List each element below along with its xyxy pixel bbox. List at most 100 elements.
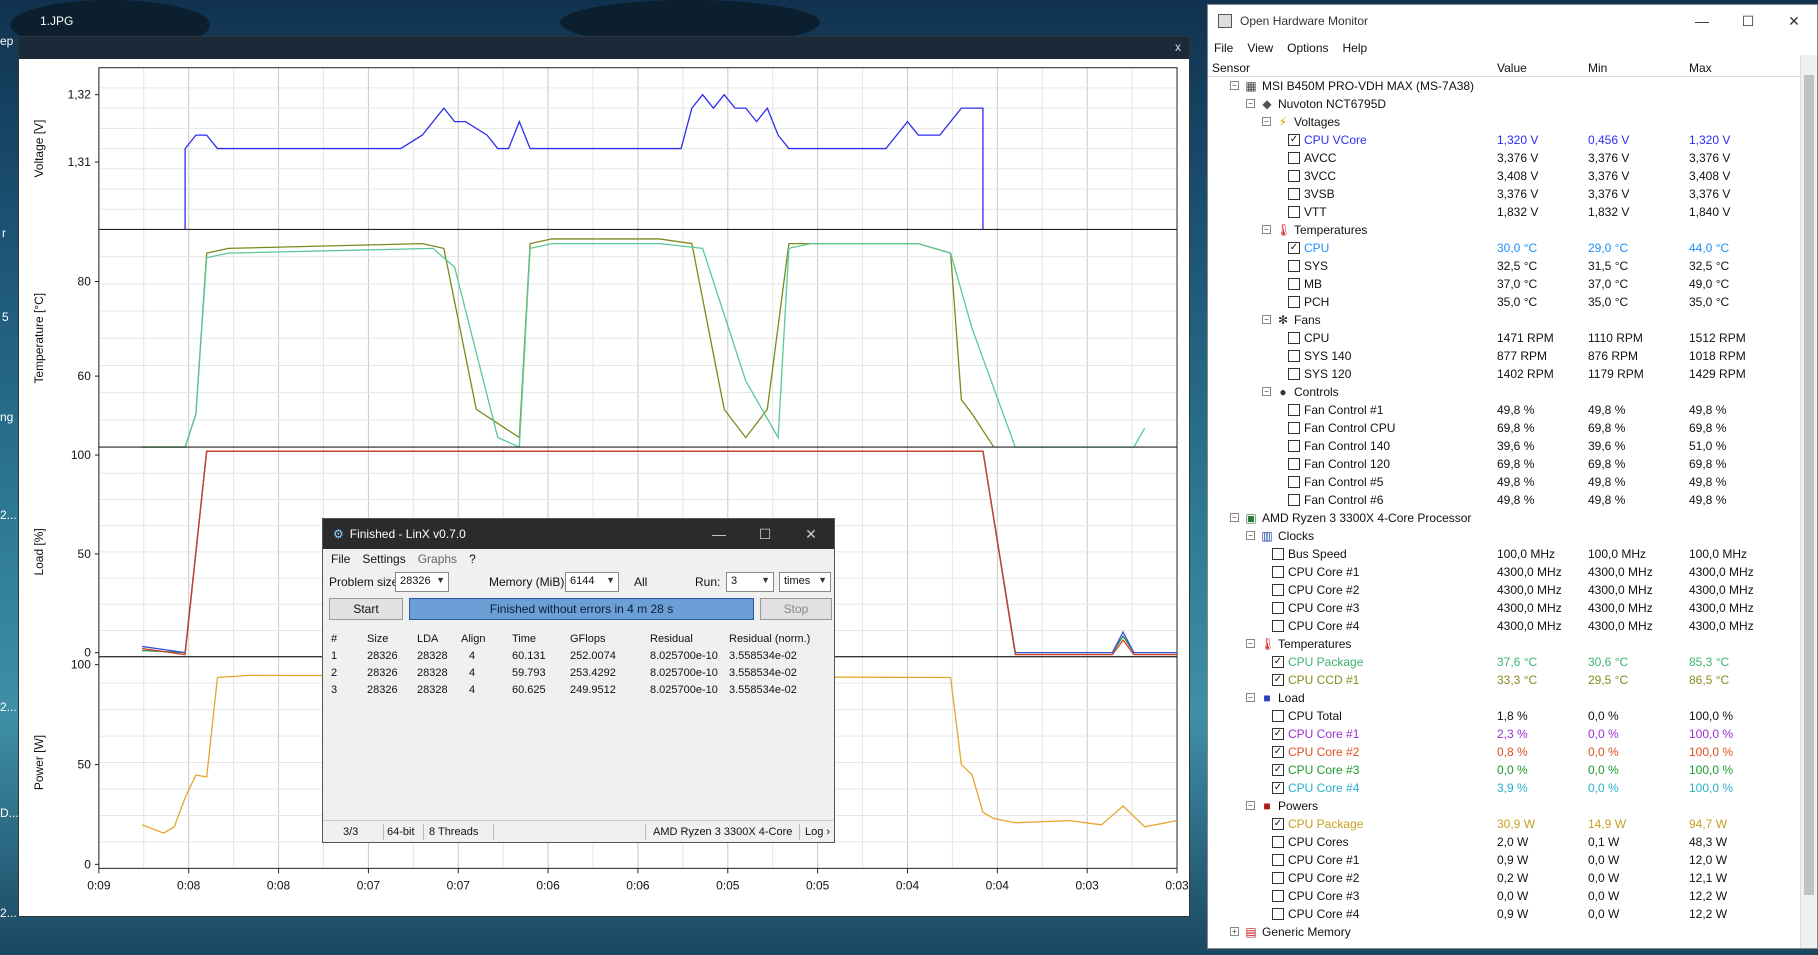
- linx-menu-settings[interactable]: Settings: [362, 552, 405, 566]
- plot-checkbox[interactable]: ✓: [1272, 656, 1284, 668]
- table-row[interactable]: 1 28326 28328 4 60.131 252.0074 8.025700e-10 3.…: [323, 648, 834, 665]
- plot-checkbox[interactable]: [1272, 908, 1284, 920]
- ohm-maximize-button[interactable]: ☐: [1725, 13, 1771, 30]
- sensor-row[interactable]: AVCC 3,376 V 3,376 V 3,376 V: [1208, 149, 1817, 167]
- plot-checkbox[interactable]: [1288, 422, 1300, 434]
- sensor-row[interactable]: SYS 120 1402 RPM 1179 RPM 1429 RPM: [1208, 365, 1817, 383]
- tree-group-row[interactable]: − ⚡ Voltages: [1208, 113, 1817, 131]
- ohm-titlebar[interactable]: Open Hardware Monitor — ☐ ✕: [1208, 5, 1817, 37]
- ohm-minimize-button[interactable]: —: [1679, 13, 1725, 30]
- desktop-edge-text-6[interactable]: 2...: [0, 700, 17, 714]
- sensor-row[interactable]: CPU Core #1 0,9 W 0,0 W 12,0 W: [1208, 851, 1817, 869]
- sensor-row[interactable]: Bus Speed 100,0 MHz 100,0 MHz 100,0 MHz: [1208, 545, 1817, 563]
- tree-group-row[interactable]: − ■ Load: [1208, 689, 1817, 707]
- plot-checkbox[interactable]: [1288, 404, 1300, 416]
- plot-checkbox[interactable]: [1288, 170, 1300, 182]
- plot-checkbox[interactable]: [1272, 584, 1284, 596]
- collapse-icon[interactable]: −: [1246, 531, 1255, 540]
- sensor-row[interactable]: SYS 32,5 °C 31,5 °C 32,5 °C: [1208, 257, 1817, 275]
- sensor-row[interactable]: Fan Control #6 49,8 % 49,8 % 49,8 %: [1208, 491, 1817, 509]
- collapse-icon[interactable]: −: [1246, 99, 1255, 108]
- status-log-link[interactable]: Log ›: [805, 826, 830, 838]
- sensor-row[interactable]: ✓ CPU Core #4 3,9 % 0,0 % 100,0 %: [1208, 779, 1817, 797]
- sensor-row[interactable]: ✓ CPU 30,0 °C 29,0 °C 44,0 °C: [1208, 239, 1817, 257]
- linx-minimize-button[interactable]: —: [696, 526, 742, 543]
- sensor-row[interactable]: Fan Control #1 49,8 % 49,8 % 49,8 %: [1208, 401, 1817, 419]
- plot-checkbox[interactable]: [1272, 836, 1284, 848]
- linx-menu-file[interactable]: File: [331, 552, 350, 566]
- sensor-row[interactable]: MB 37,0 °C 37,0 °C 49,0 °C: [1208, 275, 1817, 293]
- all-memory-option[interactable]: All: [634, 575, 647, 589]
- graph-window-titlebar[interactable]: x: [19, 37, 1189, 59]
- desktop-edge-text-2[interactable]: r: [2, 226, 6, 240]
- plot-checkbox[interactable]: ✓: [1272, 674, 1284, 686]
- tree-group-row[interactable]: − ● Controls: [1208, 383, 1817, 401]
- plot-checkbox[interactable]: [1272, 566, 1284, 578]
- plot-checkbox[interactable]: [1288, 206, 1300, 218]
- table-row[interactable]: 2 28326 28328 4 59.793 253.4292 8.025700e-10 3.…: [323, 665, 834, 682]
- plot-checkbox[interactable]: [1288, 260, 1300, 272]
- col-max[interactable]: Max: [1689, 61, 1712, 75]
- ohm-menu-help[interactable]: Help: [1343, 41, 1368, 55]
- sensor-row[interactable]: ✓ CPU Package 37,6 °C 30,6 °C 85,3 °C: [1208, 653, 1817, 671]
- collapse-icon[interactable]: −: [1246, 693, 1255, 702]
- desktop-icon-jpg-label[interactable]: 1.JPG: [40, 14, 73, 28]
- tree-group-row[interactable]: + ▤ Generic Memory: [1208, 923, 1817, 941]
- collapse-icon[interactable]: −: [1230, 513, 1239, 522]
- tree-group-row[interactable]: − ▥ Clocks: [1208, 527, 1817, 545]
- plot-checkbox[interactable]: [1288, 188, 1300, 200]
- tree-group-row[interactable]: − ✻ Fans: [1208, 311, 1817, 329]
- collapse-icon[interactable]: −: [1230, 81, 1239, 90]
- run-unit-select[interactable]: times ▼: [779, 572, 831, 592]
- desktop-edge-text-5[interactable]: 2...: [0, 508, 17, 522]
- plot-checkbox[interactable]: [1272, 620, 1284, 632]
- desktop-edge-text-7[interactable]: D...: [0, 806, 19, 820]
- ohm-menu-options[interactable]: Options: [1287, 41, 1328, 55]
- sensor-row[interactable]: CPU Cores 2,0 W 0,1 W 48,3 W: [1208, 833, 1817, 851]
- sensor-row[interactable]: CPU Total 1,8 % 0,0 % 100,0 %: [1208, 707, 1817, 725]
- plot-checkbox[interactable]: [1272, 890, 1284, 902]
- sensor-row[interactable]: CPU Core #3 0,0 W 0,0 W 12,2 W: [1208, 887, 1817, 905]
- sensor-row[interactable]: Fan Control 120 69,8 % 69,8 % 69,8 %: [1208, 455, 1817, 473]
- plot-checkbox[interactable]: ✓: [1272, 728, 1284, 740]
- sensor-row[interactable]: ✓ CPU Core #2 0,8 % 0,0 % 100,0 %: [1208, 743, 1817, 761]
- expand-icon[interactable]: +: [1230, 927, 1239, 936]
- plot-checkbox[interactable]: [1288, 278, 1300, 290]
- sensor-row[interactable]: ✓ CPU Core #1 2,3 % 0,0 % 100,0 %: [1208, 725, 1817, 743]
- linx-menu-graphs[interactable]: Graphs: [418, 552, 457, 566]
- tree-group-row[interactable]: − ■ Powers: [1208, 797, 1817, 815]
- linx-menu-help[interactable]: ?: [469, 552, 476, 566]
- plot-checkbox[interactable]: [1288, 152, 1300, 164]
- collapse-icon[interactable]: −: [1262, 117, 1271, 126]
- desktop-edge-text-8[interactable]: 2...: [0, 906, 17, 920]
- sensor-row[interactable]: VTT 1,832 V 1,832 V 1,840 V: [1208, 203, 1817, 221]
- sensor-row[interactable]: ✓ CPU VCore 1,320 V 0,456 V 1,320 V: [1208, 131, 1817, 149]
- plot-checkbox[interactable]: [1272, 548, 1284, 560]
- desktop-edge-text-4[interactable]: ng: [0, 410, 13, 424]
- plot-checkbox[interactable]: ✓: [1288, 242, 1300, 254]
- sensor-row[interactable]: CPU Core #4 0,9 W 0,0 W 12,2 W: [1208, 905, 1817, 923]
- col-sensor[interactable]: Sensor: [1212, 61, 1250, 75]
- ohm-menu-view[interactable]: View: [1247, 41, 1273, 55]
- sensor-row[interactable]: ✓ CPU Package 30,9 W 14,9 W 94,7 W: [1208, 815, 1817, 833]
- sensor-row[interactable]: ✓ CPU CCD #1 33,3 °C 29,5 °C 86,5 °C: [1208, 671, 1817, 689]
- collapse-icon[interactable]: −: [1262, 225, 1271, 234]
- tree-group-row[interactable]: − ◆ Nuvoton NCT6795D: [1208, 95, 1817, 113]
- collapse-icon[interactable]: −: [1262, 387, 1271, 396]
- plot-checkbox[interactable]: [1288, 368, 1300, 380]
- plot-checkbox[interactable]: [1288, 494, 1300, 506]
- linx-titlebar[interactable]: ⚙ Finished - LinX v0.7.0 — ☐ ✕: [323, 519, 834, 549]
- plot-checkbox[interactable]: [1272, 710, 1284, 722]
- problem-size-select[interactable]: 28326 ▼: [395, 572, 449, 592]
- sensor-row[interactable]: 3VCC 3,408 V 3,376 V 3,408 V: [1208, 167, 1817, 185]
- plot-checkbox[interactable]: [1288, 296, 1300, 308]
- collapse-icon[interactable]: −: [1262, 315, 1271, 324]
- sensor-row[interactable]: SYS 140 877 RPM 876 RPM 1018 RPM: [1208, 347, 1817, 365]
- run-count-select[interactable]: 3 ▼: [726, 572, 774, 592]
- ohm-scrollbar-thumb[interactable]: [1804, 75, 1814, 895]
- tree-group-row[interactable]: − ▣ AMD Ryzen 3 3300X 4-Core Processor: [1208, 509, 1817, 527]
- tree-group-row[interactable]: − 🌡 Temperatures: [1208, 221, 1817, 239]
- plot-checkbox[interactable]: ✓: [1272, 782, 1284, 794]
- col-min[interactable]: Min: [1588, 61, 1607, 75]
- sensor-row[interactable]: CPU Core #1 4300,0 MHz 4300,0 MHz 4300,0 MH…: [1208, 563, 1817, 581]
